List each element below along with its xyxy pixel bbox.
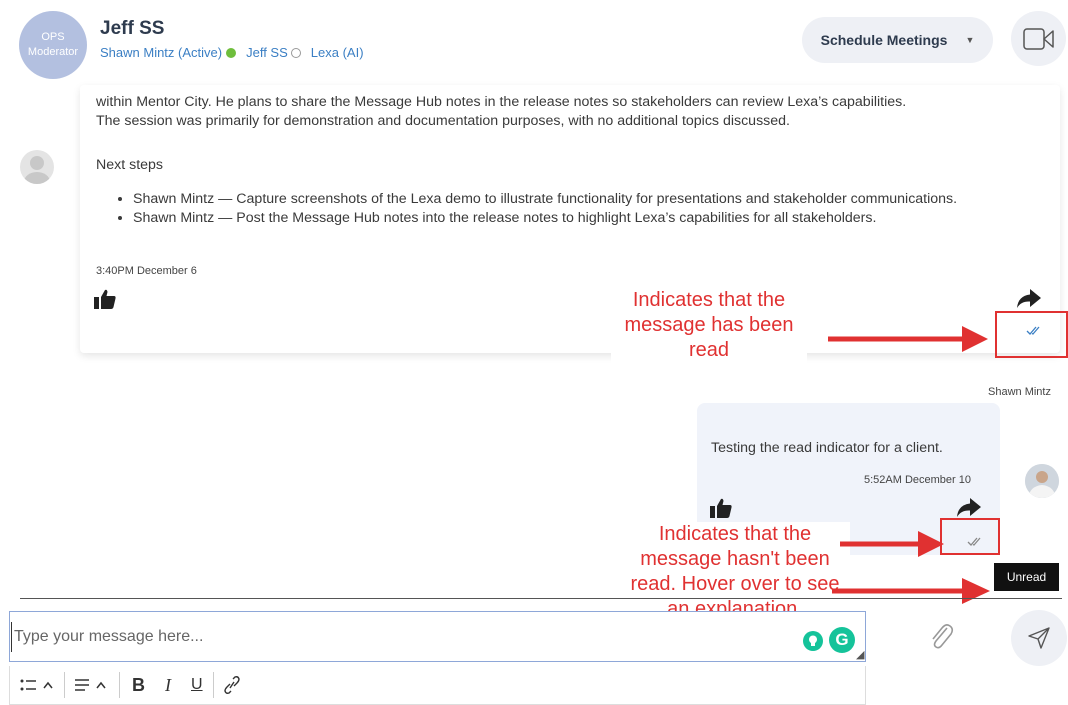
formatting-toolbar: B I U — [9, 666, 866, 705]
link-button[interactable] — [214, 666, 250, 704]
send-icon — [1028, 627, 1050, 649]
bullet-list-icon — [20, 679, 53, 691]
paperclip-icon — [932, 624, 954, 649]
align-icon — [75, 679, 106, 691]
composer-divider — [20, 598, 1062, 599]
attach-button[interactable] — [928, 620, 954, 657]
grammarly-icon[interactable]: G — [829, 627, 855, 653]
italic-button[interactable]: I — [155, 666, 181, 704]
bold-icon: B — [132, 674, 145, 695]
text-cursor — [11, 622, 12, 652]
send-button[interactable] — [1011, 610, 1067, 666]
message-input-wrapper: G ◢ — [9, 611, 866, 662]
bullet-list-button[interactable] — [10, 666, 64, 704]
resize-handle-icon[interactable]: ◢ — [856, 648, 864, 661]
underline-button[interactable]: U — [181, 666, 213, 704]
annotation-arrows — [828, 326, 990, 604]
bold-button[interactable]: B — [120, 666, 155, 704]
message-input[interactable] — [10, 612, 794, 661]
italic-icon: I — [165, 674, 171, 695]
lightbulb-icon[interactable] — [803, 631, 823, 651]
link-icon — [223, 676, 240, 694]
align-button[interactable] — [65, 666, 119, 704]
underline-icon: U — [191, 676, 203, 693]
